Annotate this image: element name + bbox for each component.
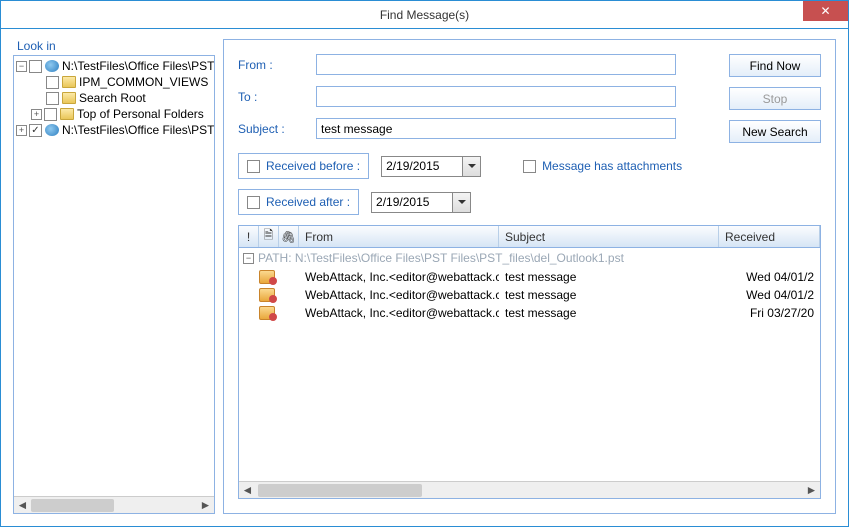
lookin-label: Look in (17, 39, 215, 53)
collapse-icon[interactable]: − (243, 253, 254, 264)
titlebar: Find Message(s) ✕ (1, 1, 848, 29)
tree-toggle-icon[interactable]: − (16, 61, 27, 72)
col-received[interactable]: Received (719, 226, 820, 247)
received-after-group: Received after : (238, 189, 359, 215)
tree-checkbox[interactable] (44, 108, 57, 121)
tree-label: N:\TestFiles\Office Files\PST (62, 123, 214, 137)
grid-header[interactable]: ! 🗎 🖇 From Subject Received (239, 226, 820, 248)
tree-toggle-icon[interactable]: + (16, 125, 27, 136)
globe-icon (45, 124, 59, 136)
cell-from: WebAttack, Inc.<editor@webattack.c... (299, 306, 499, 320)
tree-checkbox[interactable] (46, 76, 59, 89)
folder-icon (62, 92, 76, 104)
path-label: PATH: N:\TestFiles\Office Files\PST File… (258, 251, 624, 265)
paperclip-icon: 🖇 (281, 230, 296, 244)
tree-checkbox[interactable] (29, 124, 42, 137)
globe-icon (45, 60, 59, 72)
scroll-thumb[interactable] (258, 484, 422, 497)
folder-icon (62, 76, 76, 88)
received-after-input[interactable] (372, 193, 452, 212)
find-messages-window: Find Message(s) ✕ Look in − N:\TestFiles\… (0, 0, 849, 527)
received-after-label: Received after : (266, 195, 350, 209)
received-before-input[interactable] (382, 157, 462, 176)
subject-label: Subject : (238, 122, 308, 136)
col-subject[interactable]: Subject (499, 226, 719, 247)
cell-from: WebAttack, Inc.<editor@webattack.c... (299, 288, 499, 302)
tree-hscrollbar[interactable]: ◄ ► (14, 496, 214, 513)
from-input[interactable] (316, 54, 676, 75)
tree-node[interactable]: Search Root (14, 90, 214, 106)
tree-checkbox[interactable] (29, 60, 42, 73)
scroll-right-icon[interactable]: ► (197, 497, 214, 514)
tree-node[interactable]: IPM_COMMON_VIEWS (14, 74, 214, 90)
col-importance[interactable]: ! (239, 226, 259, 247)
received-before-checkbox[interactable] (247, 160, 260, 173)
tree-toggle-icon[interactable]: + (31, 109, 42, 120)
stop-button[interactable]: Stop (729, 87, 821, 110)
mail-icon (259, 306, 275, 320)
col-from[interactable]: From (299, 226, 499, 247)
scroll-left-icon[interactable]: ◄ (239, 482, 256, 499)
tree-node[interactable]: + N:\TestFiles\Office Files\PST (14, 122, 214, 138)
dropdown-icon[interactable] (462, 157, 480, 176)
scroll-track[interactable] (256, 482, 803, 499)
received-after-date[interactable] (371, 192, 471, 213)
content-area: Look in − N:\TestFiles\Office Files\PST IP… (1, 29, 848, 526)
window-title: Find Message(s) (380, 8, 469, 22)
tree-label: IPM_COMMON_VIEWS (79, 75, 208, 89)
received-before-date[interactable] (381, 156, 481, 177)
scroll-track[interactable] (31, 497, 197, 514)
received-before-group: Received before : (238, 153, 369, 179)
search-form: From : To : Subject : Find N (224, 40, 835, 225)
message-row[interactable]: WebAttack, Inc.<editor@webattack.c...tes… (239, 268, 820, 286)
lookin-pane: Look in − N:\TestFiles\Office Files\PST IP… (13, 39, 215, 514)
scroll-left-icon[interactable]: ◄ (14, 497, 31, 514)
cell-from: WebAttack, Inc.<editor@webattack.c... (299, 270, 499, 284)
mail-icon (259, 270, 275, 284)
to-label: To : (238, 90, 308, 104)
cell-received: Wed 04/01/2 (719, 270, 820, 284)
to-input[interactable] (316, 86, 676, 107)
attachments-checkbox[interactable] (523, 160, 536, 173)
tree-node[interactable]: − N:\TestFiles\Office Files\PST (14, 58, 214, 74)
received-before-label: Received before : (266, 159, 360, 173)
tree-node[interactable]: + Top of Personal Folders (14, 106, 214, 122)
cell-subject: test message (499, 288, 719, 302)
attachments-label: Message has attachments (542, 159, 682, 173)
tree-container: − N:\TestFiles\Office Files\PST IPM_COMMON… (13, 55, 215, 514)
grid-body[interactable]: −PATH: N:\TestFiles\Office Files\PST Fil… (239, 248, 820, 481)
folder-tree[interactable]: − N:\TestFiles\Office Files\PST IPM_COMMON… (14, 56, 214, 140)
folder-icon (60, 108, 74, 120)
cell-subject: test message (499, 306, 719, 320)
page-icon: 🗎 (264, 226, 274, 247)
from-label: From : (238, 58, 308, 72)
col-attachment[interactable]: 🖇 (279, 226, 299, 247)
cell-received: Fri 03/27/20 (719, 306, 820, 320)
grid-hscrollbar[interactable]: ◄ ► (239, 481, 820, 498)
tree-label: Top of Personal Folders (77, 107, 204, 121)
scroll-thumb[interactable] (31, 499, 114, 512)
col-icon[interactable]: 🗎 (259, 226, 279, 247)
cell-received: Wed 04/01/2 (719, 288, 820, 302)
new-search-button[interactable]: New Search (729, 120, 821, 143)
path-row[interactable]: −PATH: N:\TestFiles\Office Files\PST Fil… (239, 248, 820, 268)
results-grid: ! 🗎 🖇 From Subject Received −PATH: N:\Te… (238, 225, 821, 499)
scroll-right-icon[interactable]: ► (803, 482, 820, 499)
mail-icon (259, 288, 275, 302)
tree-label: Search Root (79, 91, 146, 105)
cell-subject: test message (499, 270, 719, 284)
subject-input[interactable] (316, 118, 676, 139)
search-pane: From : To : Subject : Find N (223, 39, 836, 514)
message-row[interactable]: WebAttack, Inc.<editor@webattack.c...tes… (239, 286, 820, 304)
find-now-button[interactable]: Find Now (729, 54, 821, 77)
close-button[interactable]: ✕ (803, 1, 848, 21)
tree-label: N:\TestFiles\Office Files\PST (62, 59, 214, 73)
received-after-checkbox[interactable] (247, 196, 260, 209)
tree-checkbox[interactable] (46, 92, 59, 105)
message-row[interactable]: WebAttack, Inc.<editor@webattack.c...tes… (239, 304, 820, 322)
dropdown-icon[interactable] (452, 193, 470, 212)
